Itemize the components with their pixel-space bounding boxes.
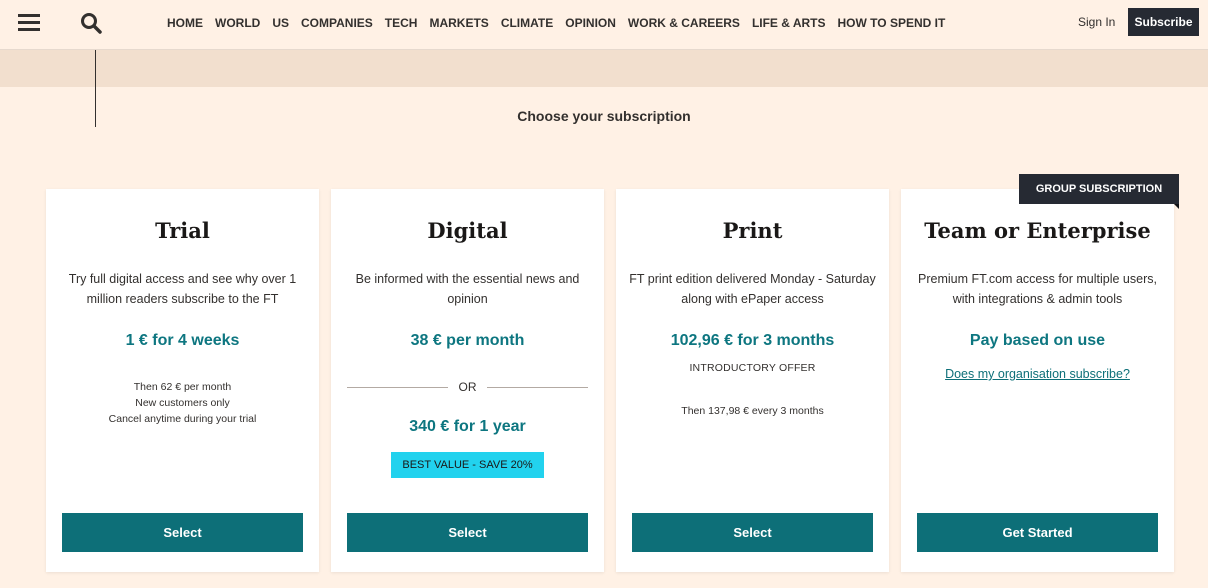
nav-item-life-arts[interactable]: LIFE & ARTS (752, 16, 826, 30)
plan-notes: Then 62 € per month New customers only C… (46, 379, 319, 427)
plan-title: Trial (155, 218, 210, 243)
plan-title: Team or Enterprise (924, 218, 1151, 243)
plan-card-digital: Digital Be informed with the essential n… (331, 189, 604, 572)
plan-price: 1 € for 4 weeks (125, 332, 240, 349)
nav-item-opinion[interactable]: OPINION (565, 16, 616, 30)
plan-title: Print (722, 218, 783, 243)
organisation-subscribe-link[interactable]: Does my organisation subscribe? (901, 367, 1174, 381)
best-value-badge: BEST VALUE - SAVE 20% (391, 452, 544, 478)
hamburger-icon[interactable] (18, 14, 40, 32)
or-divider: OR (347, 379, 588, 395)
nav-item-climate[interactable]: CLIMATE (501, 16, 553, 30)
subscribe-button[interactable]: Subscribe (1128, 8, 1199, 36)
plan-note: New customers only (135, 397, 230, 409)
plan-price: 102,96 € for 3 months (670, 332, 835, 349)
plan-note: Then 137,98 € every 3 months (681, 405, 824, 417)
plan-card-team-enterprise: Team or Enterprise Premium FT.com access… (901, 189, 1174, 572)
plan-price: Pay based on use (969, 332, 1106, 349)
decorative-divider (95, 50, 96, 127)
select-trial-button[interactable]: Select (62, 513, 303, 552)
plan-title: Digital (427, 218, 508, 243)
plan-price-monthly: 38 € per month (410, 332, 525, 349)
header-band (0, 50, 1208, 87)
nav-item-companies[interactable]: COMPANIES (301, 16, 373, 30)
nav-item-world[interactable]: WORLD (215, 16, 260, 30)
plan-description: Be informed with the essential news and … (355, 272, 580, 306)
plan-description: FT print edition delivered Monday - Satu… (629, 272, 876, 306)
nav-item-tech[interactable]: TECH (385, 16, 418, 30)
nav-item-us[interactable]: US (272, 16, 289, 30)
main-nav: HOME WORLD US COMPANIES TECH MARKETS CLI… (167, 0, 945, 45)
plan-description: Try full digital access and see why over… (68, 272, 297, 306)
plan-note: Then 62 € per month (133, 381, 232, 393)
plan-description: Premium FT.com access for multiple users… (918, 272, 1157, 306)
plan-note: Cancel anytime during your trial (108, 413, 257, 425)
sign-in-link[interactable]: Sign In (1078, 15, 1115, 29)
select-print-button[interactable]: Select (632, 513, 873, 552)
search-icon[interactable] (80, 12, 102, 34)
plan-notes: Then 137,98 € every 3 months (616, 403, 889, 419)
top-navigation-bar: HOME WORLD US COMPANIES TECH MARKETS CLI… (0, 0, 1208, 50)
plan-price-yearly: 340 € for 1 year (409, 418, 526, 435)
plan-card-trial: Trial Try full digital access and see wh… (46, 189, 319, 572)
nav-item-markets[interactable]: MARKETS (429, 16, 488, 30)
group-subscription-badge: GROUP SUBSCRIPTION (1019, 174, 1179, 209)
plan-card-print: Print FT print edition delivered Monday … (616, 189, 889, 572)
introductory-offer-label: INTRODUCTORY OFFER (689, 362, 816, 374)
select-digital-button[interactable]: Select (347, 513, 588, 552)
page-title: Choose your subscription (517, 108, 691, 124)
nav-item-how-to-spend-it[interactable]: HOW TO SPEND IT (838, 16, 946, 30)
get-started-button[interactable]: Get Started (917, 513, 1158, 552)
nav-item-work-careers[interactable]: WORK & CAREERS (628, 16, 740, 30)
nav-item-home[interactable]: HOME (167, 16, 203, 30)
